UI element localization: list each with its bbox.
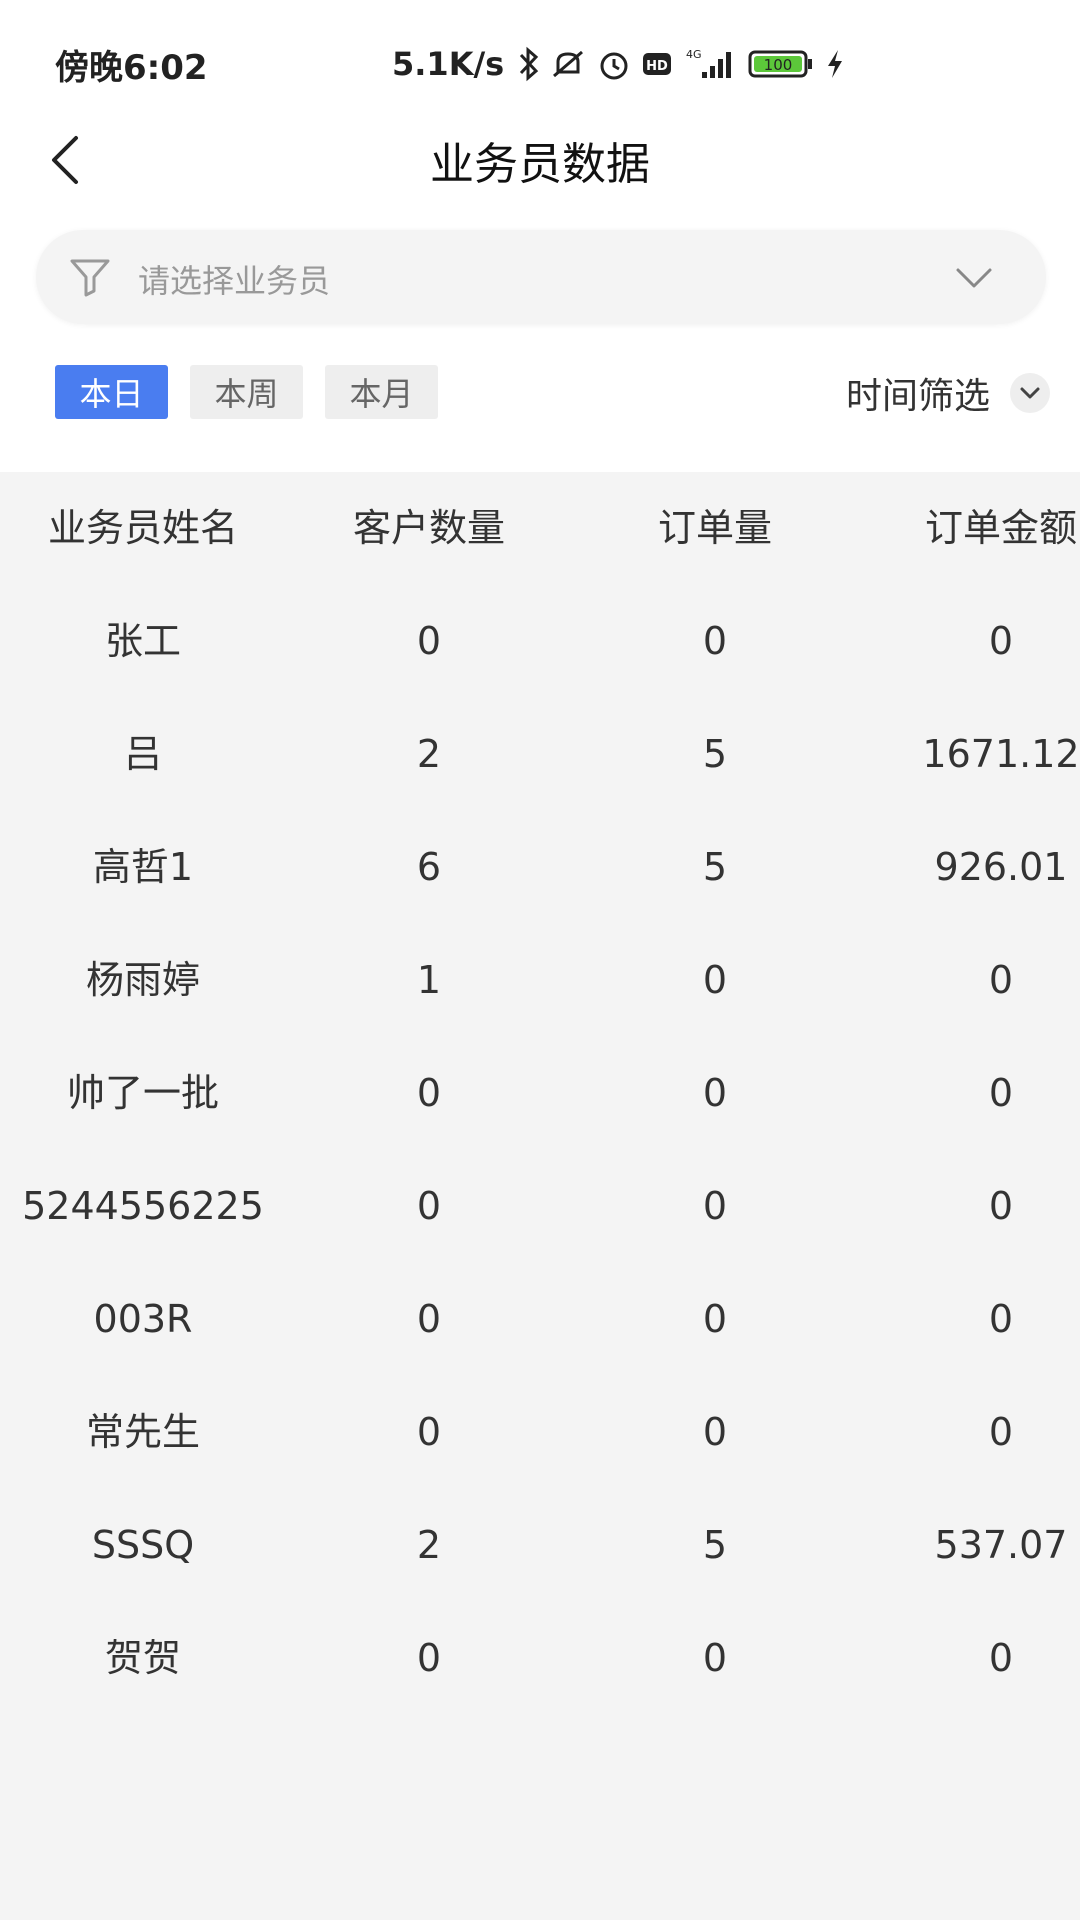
hd-label: HD — [646, 59, 668, 74]
column-header-amount: 订单金额 — [924, 506, 1077, 550]
salesperson-select-placeholder: 请选择业务员 — [138, 262, 331, 300]
cell-orders: 5 — [702, 845, 728, 889]
cell-customers: 0 — [416, 1410, 442, 1454]
tab-this-month[interactable]: 本月 — [325, 365, 438, 419]
battery-icon: 100 — [748, 44, 814, 84]
table-row[interactable]: 5244556225 0 0 0 — [0, 1150, 1080, 1262]
net-speed: 5.1K/s — [392, 45, 505, 83]
table-row[interactable]: 贺贺 0 0 0 — [0, 1602, 1080, 1714]
alarm-icon — [596, 44, 632, 84]
cell-orders: 0 — [702, 1184, 728, 1228]
cell-orders: 5 — [702, 1523, 728, 1567]
cell-amount: 1671.12 — [922, 732, 1080, 776]
cell-customers: 2 — [416, 732, 442, 776]
cell-customers: 0 — [416, 1184, 442, 1228]
cell-orders: 5 — [702, 732, 728, 776]
cell-amount: 0 — [988, 1071, 1014, 1115]
cell-name: 高哲1 — [92, 845, 194, 889]
cell-amount: 926.01 — [934, 845, 1068, 889]
page-title: 业务员数据 — [430, 139, 650, 190]
table-row[interactable]: 常先生 0 0 0 — [0, 1376, 1080, 1488]
cell-orders: 0 — [702, 1071, 728, 1115]
table-row[interactable]: 帅了一批 0 0 0 — [0, 1037, 1080, 1149]
charging-icon — [824, 44, 846, 84]
table-row[interactable]: 吕 2 5 1671.12 — [0, 698, 1080, 810]
time-filter-label: 时间筛选 — [845, 376, 990, 417]
cell-name: SSSQ — [91, 1523, 195, 1567]
cell-amount: 0 — [988, 619, 1014, 663]
cell-name: 吕 — [123, 732, 162, 776]
chevron-down-icon — [1010, 373, 1050, 413]
cell-customers: 0 — [416, 1071, 442, 1115]
cell-amount: 0 — [988, 1297, 1014, 1341]
tab-today[interactable]: 本日 — [55, 365, 168, 419]
table-row[interactable]: 高哲1 6 5 926.01 — [0, 811, 1080, 923]
cell-name: 003R — [93, 1297, 193, 1341]
cell-orders: 0 — [702, 958, 728, 1002]
cell-name: 常先生 — [85, 1410, 200, 1454]
table-row[interactable]: 张工 0 0 0 — [0, 585, 1080, 697]
salesperson-select[interactable]: 请选择业务员 — [36, 230, 1046, 324]
cell-amount: 537.07 — [934, 1523, 1068, 1567]
cell-orders: 0 — [702, 1410, 728, 1454]
status-time: 傍晚6:02 — [55, 48, 208, 88]
cell-amount: 0 — [988, 958, 1014, 1002]
network-label: 4G — [686, 48, 702, 61]
salesperson-table: 业务员姓名 客户数量 订单量 订单金额 张工 0 0 0 吕 2 5 1671.… — [0, 472, 1080, 1920]
cell-name: 贺贺 — [104, 1636, 181, 1680]
mute-icon — [550, 44, 586, 84]
table-row[interactable]: SSSQ 2 5 537.07 — [0, 1489, 1080, 1601]
table-row[interactable]: 003R 0 0 0 — [0, 1263, 1080, 1375]
cell-name: 张工 — [104, 619, 181, 663]
cell-name: 杨雨婷 — [85, 958, 200, 1002]
period-tabs: 本日 本周 本月 — [55, 365, 438, 419]
battery-level: 100 — [764, 56, 793, 74]
cell-customers: 6 — [416, 845, 442, 889]
cell-customers: 0 — [416, 619, 442, 663]
cell-orders: 0 — [702, 1297, 728, 1341]
status-bar: 傍晚6:02 5.1K/s HD 4G 100 — [0, 0, 1080, 110]
cell-amount: 0 — [988, 1636, 1014, 1680]
column-header-name: 业务员姓名 — [47, 506, 238, 550]
column-header-orders: 订单量 — [657, 506, 772, 550]
signal-icon: 4G — [682, 44, 738, 84]
cell-orders: 0 — [702, 1636, 728, 1680]
bluetooth-icon — [518, 44, 540, 84]
chevron-down-icon — [956, 268, 992, 288]
table-header-row: 业务员姓名 客户数量 订单量 订单金额 — [0, 472, 1080, 584]
cell-name: 帅了一批 — [66, 1071, 219, 1115]
tab-this-week[interactable]: 本周 — [190, 365, 303, 419]
cell-customers: 2 — [416, 1523, 442, 1567]
filter-icon — [70, 259, 110, 297]
header: 业务员数据 — [0, 110, 1080, 210]
cell-amount: 0 — [988, 1184, 1014, 1228]
table-row[interactable]: 杨雨婷 1 0 0 — [0, 924, 1080, 1036]
cell-amount: 0 — [988, 1410, 1014, 1454]
cell-customers: 0 — [416, 1636, 442, 1680]
status-icons: 5.1K/s HD 4G 100 — [392, 40, 846, 88]
cell-customers: 1 — [416, 958, 442, 1002]
cell-customers: 0 — [416, 1297, 442, 1341]
column-header-customers: 客户数量 — [352, 506, 505, 550]
time-filter-button[interactable]: 时间筛选 — [846, 365, 1050, 421]
hd-icon: HD — [642, 44, 672, 84]
cell-orders: 0 — [702, 619, 728, 663]
cell-name: 5244556225 — [22, 1184, 264, 1228]
